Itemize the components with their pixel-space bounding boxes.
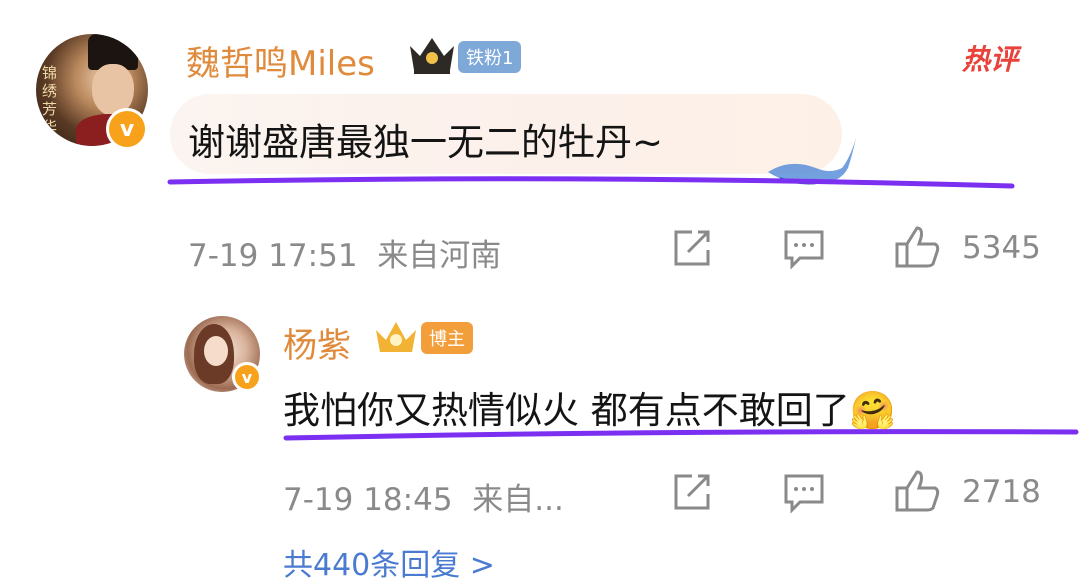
comment-text: 谢谢盛唐最独一无二的牡丹~ <box>188 121 664 164</box>
like-icon[interactable] <box>893 468 941 514</box>
highlight-underline <box>283 429 1079 441</box>
more-replies-link[interactable]: 共440条回复 > <box>283 540 495 584</box>
highlight-underline <box>167 176 1015 189</box>
comment-time: 7-19 17:51 <box>188 238 358 274</box>
avatar-poster-text: 锦绣芳华 <box>42 64 58 136</box>
comment-username[interactable]: 魏哲鸣Miles <box>186 36 375 85</box>
like-count: 5345 <box>962 230 1041 266</box>
crown-icon <box>376 322 416 352</box>
share-icon[interactable] <box>670 228 714 268</box>
blogger-badge: 博主 <box>421 322 473 354</box>
reply-meta: 7-19 18:45 来自... <box>283 474 564 519</box>
reply-like-count: 2718 <box>962 474 1041 510</box>
verified-badge-icon: v <box>232 362 262 392</box>
comment-meta: 7-19 17:51 来自河南 <box>188 230 501 275</box>
reply-time: 7-19 18:45 <box>283 482 453 518</box>
fan-level-badge: 铁粉1 <box>458 41 522 73</box>
like-icon[interactable] <box>893 224 941 270</box>
reply-username[interactable]: 杨紫 <box>283 318 351 367</box>
comment-icon[interactable] <box>782 472 826 514</box>
share-icon[interactable] <box>670 472 714 512</box>
comment-icon[interactable] <box>782 228 826 270</box>
reply-location: 来自... <box>472 482 564 518</box>
hot-comment-label: 热评 <box>962 43 1019 76</box>
verified-badge-icon: v <box>106 108 148 150</box>
comment-location: 来自河南 <box>377 238 502 274</box>
crown-icon <box>410 38 454 74</box>
